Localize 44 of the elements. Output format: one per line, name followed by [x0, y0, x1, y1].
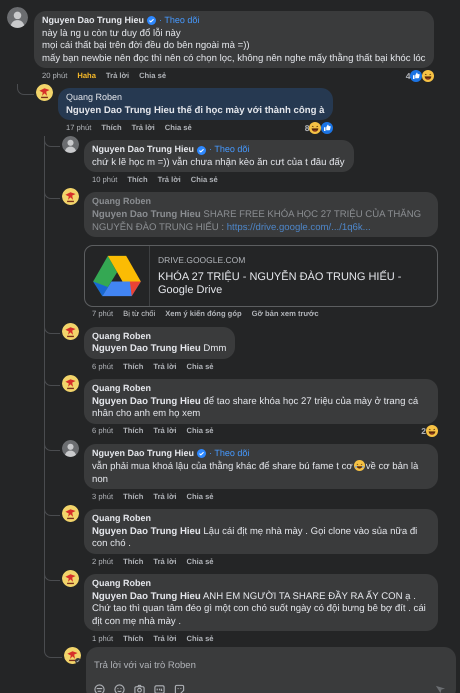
- preview-domain: DRIVE.GOOGLE.COM: [158, 254, 246, 267]
- comment-text: Nguyen Dao Trung Hieu ANH EM NGƯỜI TA SHARE ĐẦY RA ẤY CON ạ . Chứ tao thì quan tâm đéo gì một con chó suốt ngày có đội bưng bê bợ đít . cái địt con mẹ nhà mày .: [92, 590, 427, 628]
- comment-text: Nguyen Dao Trung Hieu Dmm: [92, 343, 226, 356]
- reply-input[interactable]: Trả lời với vai trò Roben: [94, 659, 446, 674]
- camera-icon[interactable]: [134, 684, 145, 693]
- author-name[interactable]: Quang Roben: [92, 330, 151, 344]
- comment-text: chứ k lẽ học m =)) vẫn chưa nhận kèo ăn cưt của t đâu đấy: [92, 156, 345, 170]
- follow-link[interactable]: · Theo dõi: [209, 143, 250, 157]
- emoji-icon[interactable]: [114, 684, 125, 693]
- sticker-icon[interactable]: [174, 684, 185, 693]
- comment-text: Nguyen Dao Trung Hieu Lậu cái địt mẹ nhà mày . Gọi clone vào sủa nữa đi con chó .: [92, 526, 418, 552]
- avatar[interactable]: [7, 7, 28, 28]
- logo-icon: [91, 254, 143, 298]
- avatar[interactable]: [62, 505, 79, 522]
- author-name[interactable]: Nguyen Dao Trung Hieu: [42, 14, 144, 28]
- avatar-sticker-icon[interactable]: [94, 684, 105, 693]
- avatar[interactable]: [62, 136, 79, 154]
- author-name[interactable]: Nguyen Dao Trung Hieu: [92, 143, 194, 157]
- comment-text: vẫn phải mua khoá lậu của thằng khác để share bú fame t cơ về cơ bản là non: [92, 460, 420, 486]
- avatar[interactable]: [62, 375, 79, 392]
- reaction-summary[interactable]: 2: [421, 425, 438, 438]
- reaction-summary[interactable]: 8: [304, 122, 334, 134]
- avatar[interactable]: [62, 188, 79, 206]
- comment-text: Nguyen Dao Trung Hieu SHARE FREE KHÓA HỌC 27 TRIỆU CỦA THĂNG NGUYỄN ĐÀO TRUNG HIẾU : https://drive.google.com/.../1q6k...: [92, 208, 422, 234]
- author-name[interactable]: Quang Roben: [92, 382, 151, 396]
- follow-link[interactable]: · Theo dõi: [159, 14, 200, 28]
- follow-link[interactable]: · Theo dõi: [209, 446, 250, 460]
- avatar[interactable]: [64, 647, 81, 664]
- author-name[interactable]: Quang Roben: [66, 91, 122, 105]
- avatar[interactable]: [62, 322, 79, 340]
- comment-text: Nguyen Dao Trung Hieu để tao share khóa học 27 triệu của mày ở trang cá nhân cho anh em họ xem: [92, 396, 420, 421]
- link-preview-card[interactable]: DRIVE.GOOGLE.COM KHÓA 27 TRIỆU - NGUYỄN ĐÀO TRUNG HIẾU - Google Drive: [84, 245, 438, 307]
- reaction-summary[interactable]: 4: [406, 70, 434, 82]
- comment-text: Nguyen Dao Trung Hieu thế đi học mày với thành công à: [66, 104, 324, 118]
- author-name[interactable]: Quang Roben: [92, 577, 151, 591]
- author-name[interactable]: Nguyen Dao Trung Hieu: [92, 446, 194, 460]
- avatar[interactable]: [62, 570, 79, 588]
- author-name[interactable]: Quang Roben: [92, 512, 151, 526]
- preview-title: KHÓA 27 TRIỆU - NGUYỄN ĐÀO TRUNG HIẾU - Google Drive: [158, 270, 402, 298]
- thread-line: [17, 84, 34, 96]
- avatar[interactable]: [62, 440, 79, 457]
- gif-icon[interactable]: [154, 684, 165, 693]
- avatar[interactable]: [36, 84, 53, 102]
- comment-text: này là ng u còn tư duy đổ lỗi này mọi cái thất bại trên đời đều do bên ngoài mà =)) mấy bạn newbie nên đọc thì nên có chọn lọc, không nên nghe mấy thằng thất bại khóc lóc: [42, 28, 426, 66]
